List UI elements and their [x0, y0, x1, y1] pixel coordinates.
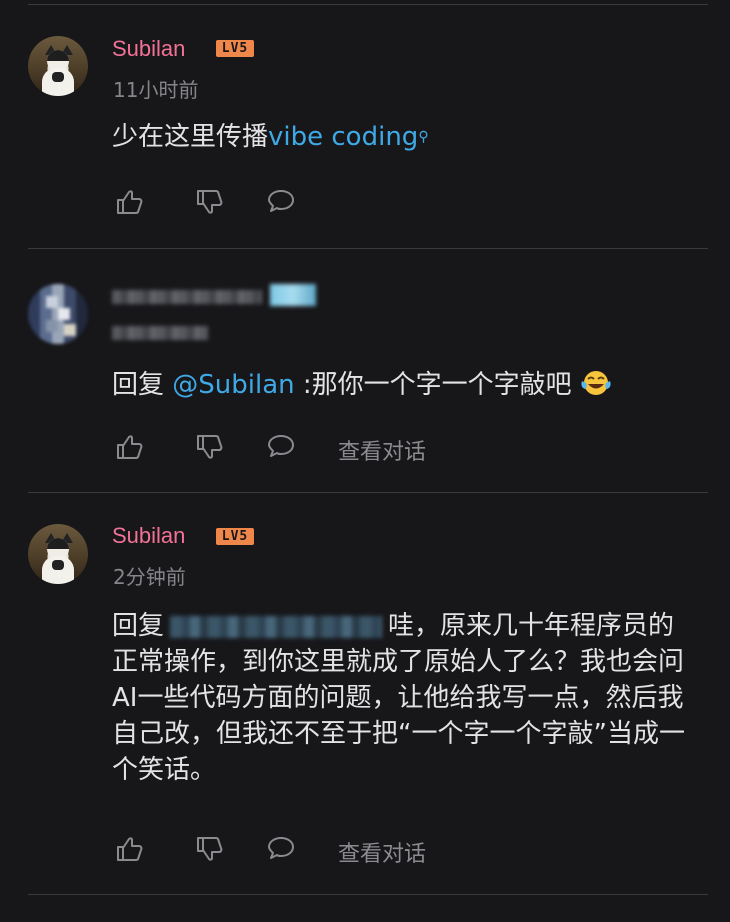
level-badge: LV5	[216, 40, 254, 57]
username[interactable]: Subilan	[112, 36, 185, 62]
avatar[interactable]	[28, 284, 88, 344]
reply-button[interactable]	[264, 832, 298, 866]
thumbs-down-icon	[197, 435, 223, 459]
blurred-username	[112, 290, 262, 304]
mention-link[interactable]: @Subilan	[172, 370, 294, 400]
timestamp: 11小时前	[113, 78, 199, 102]
like-button[interactable]	[112, 430, 146, 464]
speech-bubble-icon	[268, 837, 294, 859]
comment-text: 回复 @Subilan :那你一个字一个字敲吧	[112, 368, 692, 402]
view-conversation-link[interactable]: 查看对话	[338, 836, 426, 868]
reply-button[interactable]	[264, 185, 298, 219]
level-badge: LV5	[216, 528, 254, 545]
blurred-badge	[270, 284, 316, 306]
laughing-crying-emoji-icon	[581, 371, 611, 395]
speech-bubble-icon	[268, 190, 294, 212]
avatar[interactable]	[28, 36, 88, 96]
bottom-divider	[28, 894, 708, 895]
search-icon[interactable]: ⚲	[418, 129, 428, 145]
comment-text: 少在这里传播vibe coding⚲	[112, 120, 692, 154]
avatar[interactable]	[28, 524, 88, 584]
like-button[interactable]	[112, 832, 146, 866]
dislike-button[interactable]	[192, 430, 226, 464]
comment-text: 回复 哇，原来几十年程序员的正常操作，到你这里就成了原始人了么？我也会问AI一些代…	[112, 608, 692, 788]
thumbs-up-icon	[117, 435, 143, 459]
reply-prefix: 回复	[112, 611, 165, 641]
divider	[28, 248, 708, 249]
blurred-timestamp	[112, 326, 208, 340]
blurred-mention[interactable]	[170, 615, 383, 638]
top-divider	[28, 4, 708, 5]
reply-button[interactable]	[264, 430, 298, 464]
thumbs-down-icon	[197, 190, 223, 214]
comment-text-plain: 少在这里传播	[112, 122, 269, 152]
speech-bubble-icon	[268, 435, 294, 457]
username[interactable]: Subilan	[112, 523, 185, 549]
comment-text-plain: :那你一个字一个字敲吧	[294, 370, 572, 400]
timestamp: 2分钟前	[113, 565, 186, 589]
like-button[interactable]	[112, 185, 146, 219]
dislike-button[interactable]	[192, 832, 226, 866]
vibe-coding-link[interactable]: vibe coding	[268, 122, 418, 152]
thumbs-up-icon	[117, 190, 143, 214]
dislike-button[interactable]	[192, 185, 226, 219]
divider	[28, 492, 708, 493]
thumbs-up-icon	[117, 837, 143, 861]
reply-prefix: 回复	[112, 370, 173, 400]
view-conversation-link[interactable]: 查看对话	[338, 434, 426, 466]
thumbs-down-icon	[197, 837, 223, 861]
